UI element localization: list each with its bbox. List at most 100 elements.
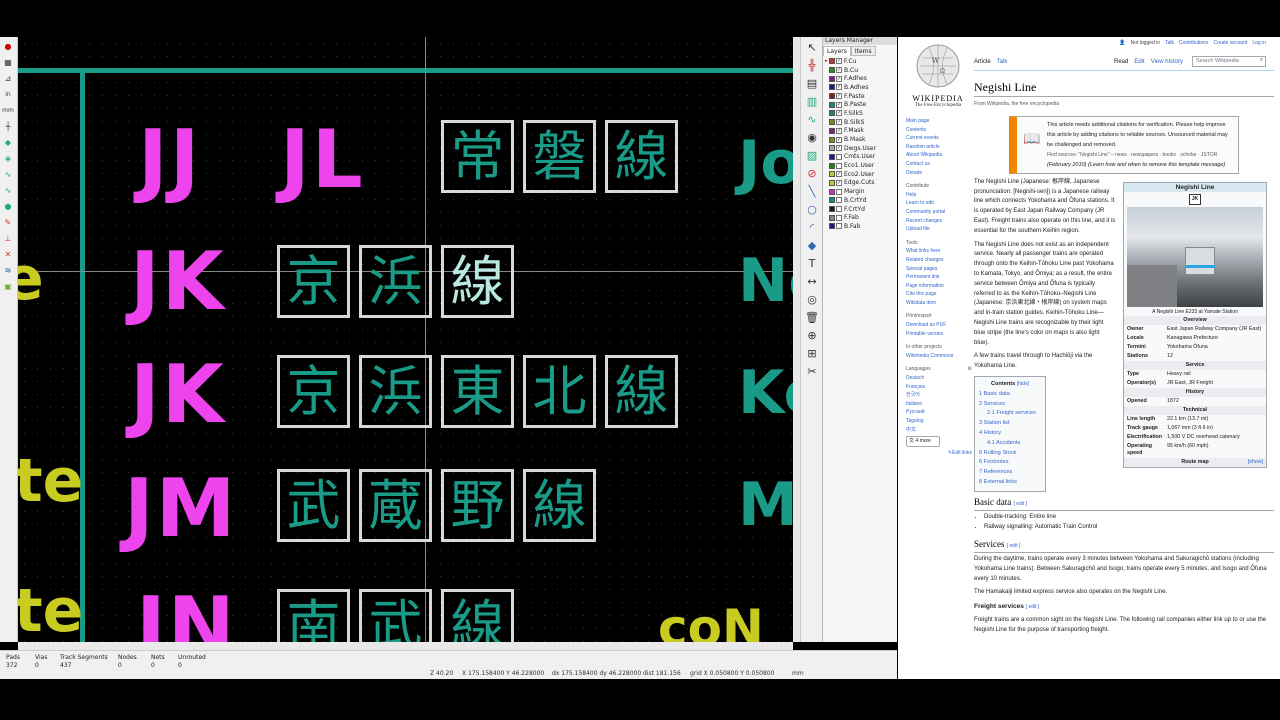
layer-color-swatch[interactable] <box>829 119 835 126</box>
add-dimension-icon[interactable]: ↔ <box>804 273 820 289</box>
local-ratsnest-icon[interactable]: ▤ <box>804 75 820 91</box>
route-map-show-link[interactable]: [show] <box>1248 459 1263 466</box>
inch-units-icon[interactable]: in <box>1 87 15 101</box>
layer-color-swatch[interactable] <box>829 188 835 195</box>
sidebar-link[interactable]: Recent changes <box>906 217 972 226</box>
toc-item[interactable]: 2.1 Freight services <box>979 409 1041 419</box>
layer-color-swatch[interactable] <box>829 153 835 160</box>
microwave-icon[interactable]: ▣ <box>1 279 15 293</box>
via-sketch-icon[interactable]: ✎ <box>1 215 15 229</box>
login-link[interactable]: Log in <box>1252 40 1266 46</box>
add-polygon-icon[interactable]: ◆ <box>804 237 820 253</box>
sidebar-link[interactable]: Contact us <box>906 160 972 169</box>
track-sketch-icon[interactable]: ⊥ <box>1 231 15 245</box>
sidebar-link[interactable]: Cite this page <box>906 290 972 299</box>
layer-visibility-checkbox[interactable] <box>836 206 842 213</box>
pad-sketch-icon[interactable]: ● <box>1 199 15 213</box>
layer-visibility-checkbox[interactable] <box>836 197 842 204</box>
sidebar-link[interactable]: Deutsch <box>906 374 972 383</box>
layer-color-swatch[interactable] <box>829 84 835 91</box>
sidebar-link[interactable]: Learn to edit <box>906 199 972 208</box>
toc-item[interactable]: 2 Services <box>979 400 1041 410</box>
layer-visibility-checkbox[interactable]: ✓ <box>836 136 842 143</box>
layer-color-swatch[interactable] <box>829 136 835 143</box>
zone-display-icon[interactable]: ∿ <box>1 183 15 197</box>
layer-color-swatch[interactable] <box>829 162 835 169</box>
layer-row[interactable]: ✓ Eco2.User <box>823 170 897 179</box>
layer-row[interactable]: ✓ B.Cu <box>823 66 897 75</box>
add-line-icon[interactable]: ╲ <box>804 183 820 199</box>
layer-row[interactable]: ✓ Dwgs.User <box>823 144 897 153</box>
layer-visibility-checkbox[interactable]: ✓ <box>836 110 842 117</box>
toc-item[interactable]: 4.1 Accidents <box>979 439 1041 449</box>
layer-visibility-checkbox[interactable]: ✓ <box>836 179 842 186</box>
toc-item[interactable]: 8 External links <box>979 478 1041 488</box>
polar-icon[interactable]: ⊿ <box>1 71 15 85</box>
layer-visibility-checkbox[interactable] <box>836 162 842 169</box>
create-account-link[interactable]: Create account <box>1213 40 1247 46</box>
cursor-shape-icon[interactable]: ┼ <box>1 119 15 133</box>
sidebar-link[interactable]: What links here <box>906 247 972 256</box>
toc-item[interactable]: 5 Rolling Stock <box>979 449 1041 459</box>
layer-visibility-checkbox[interactable] <box>836 188 842 195</box>
layer-color-swatch[interactable] <box>829 58 835 65</box>
layer-visibility-checkbox[interactable]: ✓ <box>836 58 842 65</box>
sidebar-link[interactable]: Printable version <box>906 330 972 339</box>
layer-visibility-checkbox[interactable] <box>836 214 842 221</box>
sidebar-link[interactable]: Main page <box>906 117 972 126</box>
sidebar-link[interactable]: Random article <box>906 143 972 152</box>
layer-color-swatch[interactable] <box>829 214 835 221</box>
sidebar-link[interactable]: Permanent link <box>906 273 972 282</box>
module-ratsnest-icon[interactable]: ◈ <box>1 151 15 165</box>
sidebar-link[interactable]: Wikidata item <box>906 299 972 308</box>
layer-color-swatch[interactable] <box>829 93 835 100</box>
sidebar-link[interactable]: Page information <box>906 282 972 291</box>
sidebar-link[interactable]: 한국어 <box>906 391 972 400</box>
add-zone-icon[interactable]: ▨ <box>804 147 820 163</box>
select-icon[interactable]: ↖ <box>804 39 820 55</box>
wikipedia-logo[interactable]: W Ω WIKIPEDIA The Free Encyclopedia <box>906 43 970 108</box>
add-via-icon[interactable]: ◉ <box>804 129 820 145</box>
measure-icon[interactable]: ✂ <box>804 363 820 379</box>
layer-color-swatch[interactable] <box>829 171 835 178</box>
sidebar-link[interactable]: Special pages <box>906 265 972 274</box>
auto-delete-track-icon[interactable]: ∿ <box>1 167 15 181</box>
layer-row[interactable]: F.CrtYd <box>823 205 897 214</box>
layer-row[interactable]: ✓ F.Mask <box>823 127 897 136</box>
toc-item[interactable]: 1 Basic data <box>979 390 1041 400</box>
sidebar-link[interactable]: Contents <box>906 126 972 135</box>
sidebar-link[interactable]: Français <box>906 383 972 392</box>
add-circle-icon[interactable]: ○ <box>804 201 820 217</box>
layer-color-swatch[interactable] <box>829 110 835 117</box>
toc-item[interactable]: 7 References <box>979 468 1041 478</box>
layer-visibility-checkbox[interactable]: ✓ <box>836 127 842 134</box>
talk-link[interactable]: Talk <box>1165 40 1174 46</box>
sidebar-link[interactable]: Related changes <box>906 256 972 265</box>
canvas-horizontal-scrollbar[interactable] <box>18 642 793 650</box>
layer-visibility-checkbox[interactable]: ✓ <box>836 93 842 100</box>
layer-row[interactable]: ✓ B.Adhes <box>823 83 897 92</box>
delete-icon[interactable]: 🗑 <box>804 309 820 325</box>
toc-hide-link[interactable]: [hide] <box>1017 381 1029 387</box>
layer-row[interactable]: Margin <box>823 187 897 196</box>
layer-visibility-checkbox[interactable]: ✓ <box>836 145 842 152</box>
toc-item[interactable]: 4 History <box>979 429 1041 439</box>
tab-article[interactable]: Article <box>974 59 991 65</box>
tab-edit[interactable]: Edit <box>1134 59 1144 65</box>
layer-row[interactable]: B.Fab <box>823 222 897 231</box>
tab-items[interactable]: Items <box>850 46 876 56</box>
sidebar-link[interactable]: Wikimedia Commons <box>906 352 972 361</box>
sidebar-link[interactable]: About Wikipedia <box>906 151 972 160</box>
mm-units-icon[interactable]: mm <box>1 103 15 117</box>
edit-links[interactable]: ✎Edit links <box>906 449 972 458</box>
sidebar-link[interactable]: Download as PDF <box>906 321 972 330</box>
layer-color-swatch[interactable] <box>829 127 835 134</box>
layer-row[interactable]: ✓ F.Adhes <box>823 74 897 83</box>
layer-color-swatch[interactable] <box>829 101 835 108</box>
edit-section-link[interactable]: [ edit ] <box>1007 543 1021 549</box>
layer-color-swatch[interactable] <box>829 179 835 186</box>
toc-item[interactable]: 3 Station list <box>979 419 1041 429</box>
sidebar-link[interactable]: Community portal <box>906 208 972 217</box>
gear-icon[interactable]: ⚙ <box>968 365 972 374</box>
canvas-vertical-scrollbar[interactable] <box>793 37 800 642</box>
